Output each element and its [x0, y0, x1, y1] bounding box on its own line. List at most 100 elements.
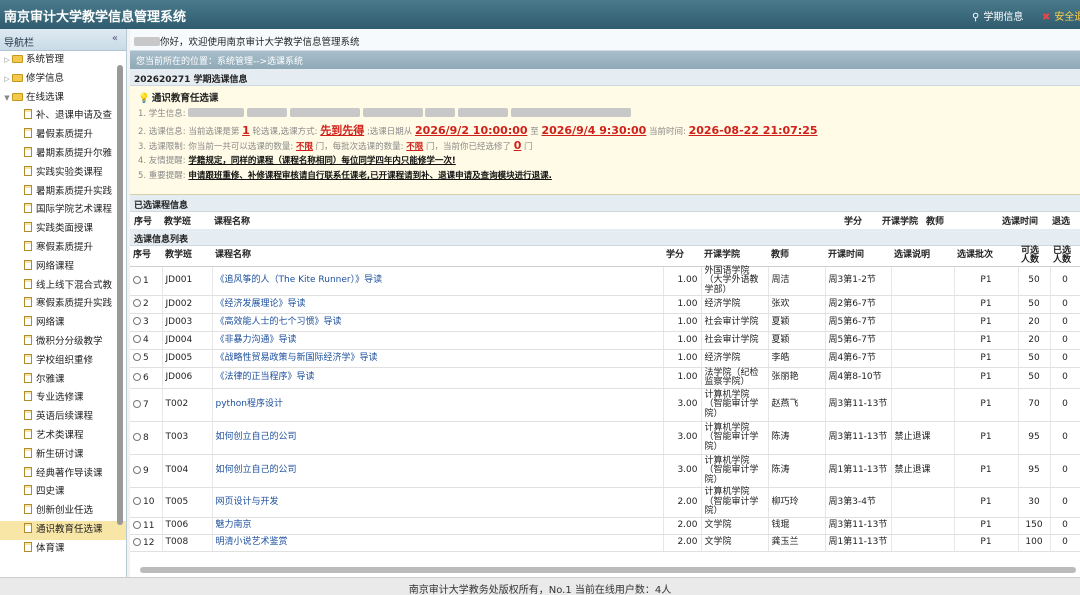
sidebar-item[interactable]: 新生研讨课 — [0, 446, 126, 465]
course-name-link[interactable]: 《追风筝的人（The Kite Runner）》导读 — [216, 275, 383, 285]
sidebar-item[interactable]: 补、退课申请及查 — [0, 107, 126, 126]
sidebar-item[interactable]: 网络课程 — [0, 258, 126, 277]
sidebar-item[interactable]: 线上线下混合式教 — [0, 277, 126, 296]
sidebar-item[interactable]: 暑期素质提升尔雅 — [0, 145, 126, 164]
column-header: 教学班 — [162, 246, 212, 267]
cell-text: 4 — [143, 335, 149, 346]
select-radio[interactable] — [133, 353, 141, 362]
sidebar-item-label: 英语后续课程 — [36, 411, 94, 423]
select-radio[interactable] — [133, 399, 141, 408]
sidebar-item[interactable]: 国际学院艺术课程 — [0, 201, 126, 220]
column-header: 教学班 — [160, 212, 210, 229]
course-name-link[interactable]: 如何创立自己的公司 — [216, 465, 297, 476]
page-icon — [24, 128, 32, 139]
sidebar-scrollbar[interactable] — [117, 65, 123, 525]
course-name-link[interactable]: 《非暴力沟通》导读 — [216, 335, 297, 345]
sidebar-item[interactable]: 暑假素质提升 — [0, 126, 126, 145]
course-name-link[interactable]: 网页设计与开发 — [216, 497, 279, 507]
cell-text: 2.00 — [677, 496, 698, 507]
sidebar-item[interactable]: 英语后续课程 — [0, 408, 126, 427]
select-radio[interactable] — [133, 497, 141, 506]
course-name-link[interactable]: 《高效能人士的七个习惯》导读 — [216, 317, 342, 327]
page-icon — [24, 522, 32, 533]
cell-note — [891, 295, 955, 314]
course-name-link[interactable]: python程序设计 — [216, 399, 283, 410]
cell-text: P1 — [980, 298, 992, 309]
cell-text: 8 — [143, 432, 149, 443]
table-row: 1 JD001 《追风筝的人（The Kite Runner）》导读 1.00 外国语学… — [130, 266, 1080, 296]
collapsed-arrow-icon[interactable]: ▷ — [2, 70, 12, 89]
cell-no: 7 — [130, 388, 163, 422]
cell-teacher: 柳巧玲 — [768, 487, 826, 518]
cell-name: 网页设计与开发 — [212, 487, 664, 518]
sidebar-item-label: 通识教育任选课 — [36, 523, 103, 535]
collapsed-arrow-icon[interactable]: ▷ — [2, 51, 12, 70]
cell-text: T008 — [165, 537, 189, 548]
select-radio[interactable] — [133, 299, 141, 308]
column-header: 教师 — [922, 212, 998, 229]
sidebar-item[interactable]: 创新创业任选 — [0, 502, 126, 521]
limit-batch: 不限 — [406, 142, 424, 152]
cell-text: 100 — [1025, 537, 1043, 548]
sidebar-item[interactable]: 实践类面授课 — [0, 220, 126, 239]
select-radio[interactable] — [133, 335, 141, 344]
sidebar-item[interactable]: 经典著作导读课 — [0, 465, 126, 484]
cell-time: 周1第11-13节 — [825, 534, 892, 552]
logout-link[interactable]: ✖安全退出 — [1042, 8, 1080, 23]
sidebar-item[interactable]: 网络课 — [0, 314, 126, 333]
cell-no: 11 — [130, 517, 163, 535]
column-header: 教师 — [768, 246, 825, 267]
cell-teacher: 钱琨 — [768, 517, 826, 535]
course-name-link[interactable]: 明清小说艺术鉴赏 — [216, 537, 288, 548]
sidebar-item[interactable]: 艺术类课程 — [0, 427, 126, 446]
sidebar-item[interactable]: 尔雅课 — [0, 371, 126, 390]
sidebar-item[interactable]: 通识教育任选课 — [0, 520, 126, 540]
current-time: 2026-08-22 21:07:25 — [688, 123, 818, 137]
cell-credit: 3.00 — [663, 388, 702, 422]
cell-time: 周1第11-13节 — [825, 454, 892, 488]
term-info-link[interactable]: ⚲ 学期信息 — [972, 8, 1023, 23]
select-radio[interactable] — [133, 537, 141, 546]
cell-text: P1 — [980, 537, 992, 548]
sidebar-item[interactable]: ▷ 系统管理 — [0, 51, 126, 70]
horizontal-scrollbar[interactable] — [140, 567, 1076, 573]
page-icon — [24, 485, 32, 496]
sidebar-item[interactable]: ▼ 在线选课 — [0, 89, 126, 108]
cell-no: 4 — [130, 331, 163, 350]
sidebar-item[interactable]: 体育课 — [0, 540, 126, 559]
select-radio[interactable] — [133, 372, 141, 381]
cell-cls: T004 — [162, 454, 213, 488]
page-icon — [24, 410, 32, 421]
sidebar-item[interactable]: 微积分分级教学 — [0, 333, 126, 352]
page-icon — [24, 466, 32, 477]
course-name-link[interactable]: 《战略性贸易政策与新国际经济学》导读 — [216, 353, 378, 363]
sidebar-item[interactable]: 实践实验类课程 — [0, 164, 126, 183]
username-redacted — [134, 37, 160, 46]
cell-time: 周4第6-7节 — [825, 349, 892, 368]
sidebar-item[interactable]: 寒假素质提升 — [0, 239, 126, 258]
expanded-arrow-icon[interactable]: ▼ — [2, 89, 12, 108]
sidebar-item[interactable]: 暑期素质提升实践 — [0, 183, 126, 202]
course-name-link[interactable]: 魅力南京 — [216, 520, 252, 531]
cell-credit: 2.00 — [663, 487, 702, 518]
sidebar-item[interactable]: 寒假素质提升实践 — [0, 295, 126, 314]
cell-text: 周2第6-7节 — [828, 298, 876, 309]
select-radio[interactable] — [133, 520, 141, 529]
course-name-link[interactable]: 如何创立自己的公司 — [216, 432, 297, 443]
collapse-icon[interactable]: « — [112, 33, 118, 44]
page-icon — [24, 353, 32, 364]
sidebar: 导航栏 « ▷ 系统管理 ▷ 修学信息 ▼ 在线选课 补、退课申请及查 暑假素质提升 暑期素质提… — [0, 29, 127, 577]
sidebar-item[interactable]: 四史课 — [0, 483, 126, 502]
cell-sel: 0 — [1050, 349, 1080, 368]
sidebar-item[interactable]: 专业选修课 — [0, 389, 126, 408]
page-icon — [24, 203, 32, 214]
sidebar-item[interactable]: 学校组织重修 — [0, 352, 126, 371]
course-name-link[interactable]: 《法律的正当程序》导读 — [216, 372, 315, 383]
page-icon — [24, 316, 32, 327]
course-name-link[interactable]: 《经济发展理论》导读 — [216, 299, 306, 309]
select-radio[interactable] — [133, 432, 141, 441]
select-radio[interactable] — [133, 317, 141, 326]
select-radio[interactable] — [133, 465, 141, 474]
sidebar-item[interactable]: ▷ 修学信息 — [0, 70, 126, 89]
select-radio[interactable] — [133, 275, 141, 284]
